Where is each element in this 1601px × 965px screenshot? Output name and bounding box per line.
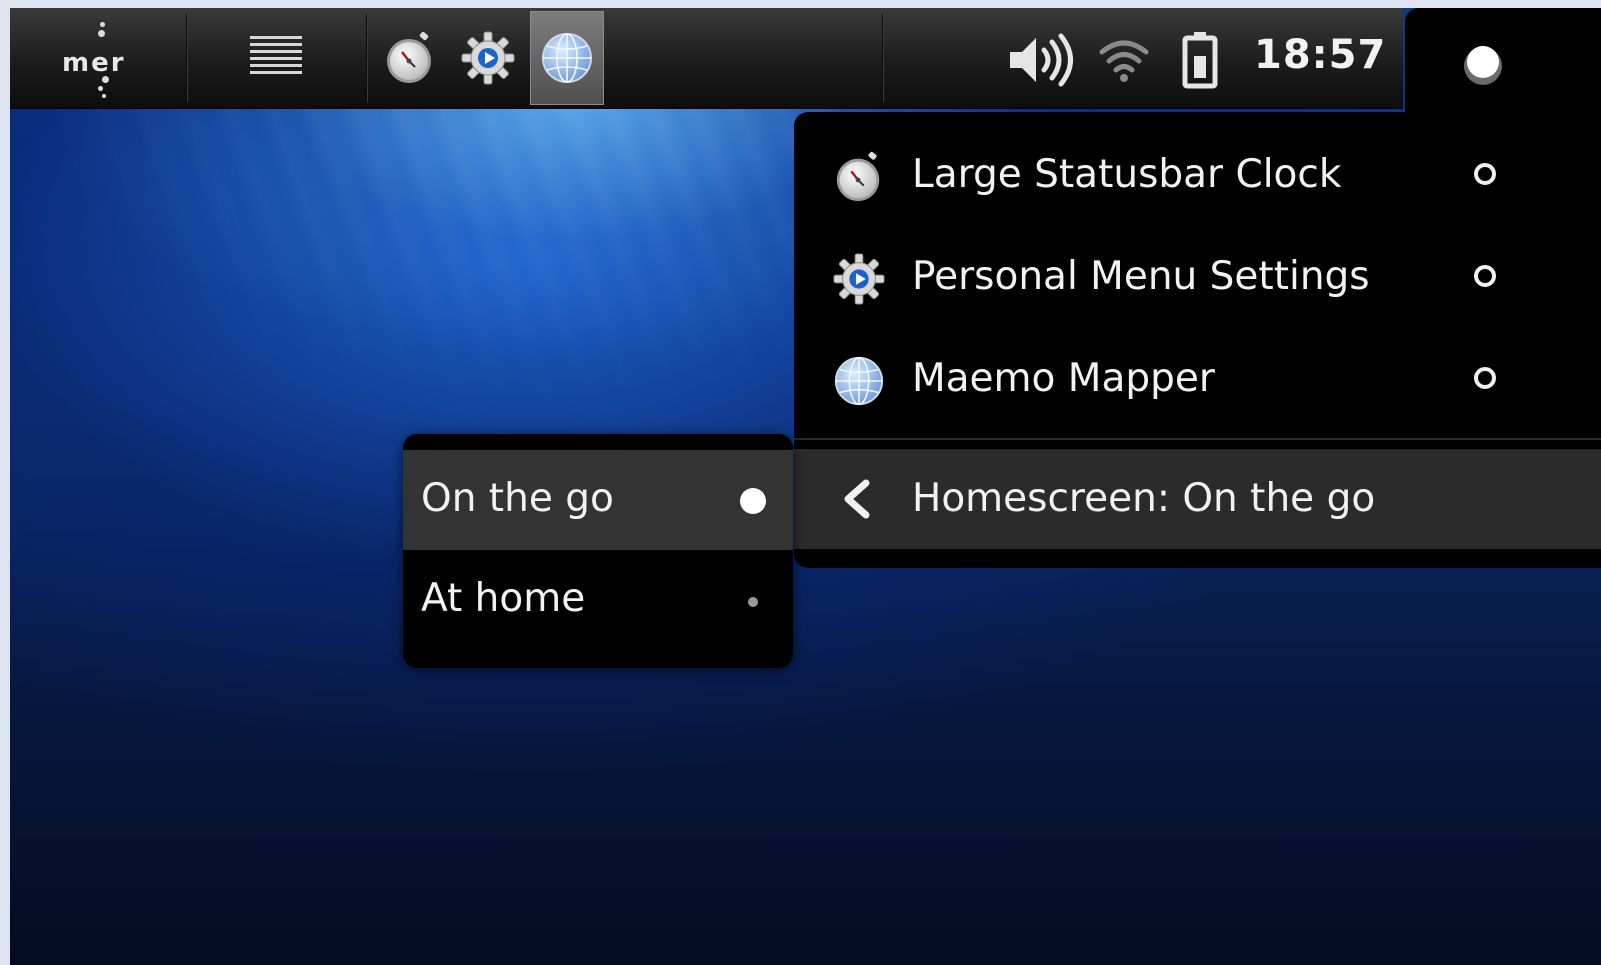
desktop: mer 18:57 Large Statusbar Clock Personal… bbox=[10, 8, 1601, 965]
stopwatch-clock-icon bbox=[836, 151, 880, 202]
gear-settings-icon[interactable] bbox=[460, 30, 516, 86]
battery-icon[interactable] bbox=[1182, 30, 1218, 90]
mer-logo[interactable]: mer bbox=[58, 18, 148, 98]
logo-text: mer bbox=[62, 48, 126, 78]
submenu-item-label: On the go bbox=[421, 476, 614, 521]
menu-item-label: Maemo Mapper bbox=[912, 356, 1215, 401]
menu-item-label: Large Statusbar Clock bbox=[912, 152, 1342, 197]
radio-unselected-icon[interactable] bbox=[1474, 163, 1496, 185]
submenu-item-at-home[interactable]: At home bbox=[403, 550, 793, 650]
record-dot-icon[interactable] bbox=[1461, 42, 1505, 86]
chevron-left-icon bbox=[844, 479, 870, 519]
selected-dot-icon bbox=[740, 488, 766, 514]
globe-icon bbox=[834, 356, 884, 406]
homescreen-label: Homescreen: On the go bbox=[912, 476, 1376, 521]
status-bar: mer 18:57 bbox=[10, 8, 1403, 109]
globe-icon[interactable] bbox=[539, 30, 595, 86]
wifi-icon[interactable] bbox=[1096, 32, 1152, 88]
volume-icon[interactable] bbox=[1006, 32, 1076, 88]
menu-item-maemo-mapper[interactable]: Maemo Mapper bbox=[794, 330, 1601, 430]
submenu-item-label: At home bbox=[421, 576, 586, 621]
menu-item-homescreen[interactable]: Homescreen: On the go bbox=[794, 449, 1601, 549]
unselected-dot-icon bbox=[748, 597, 758, 607]
stopwatch-clock-icon[interactable] bbox=[382, 30, 438, 86]
radio-unselected-icon[interactable] bbox=[1474, 367, 1496, 389]
homescreen-submenu: On the go At home bbox=[403, 434, 793, 668]
list-icon[interactable] bbox=[250, 36, 302, 78]
menu-item-personal-menu-settings[interactable]: Personal Menu Settings bbox=[794, 228, 1601, 328]
radio-unselected-icon[interactable] bbox=[1474, 265, 1496, 287]
menu-item-large-statusbar-clock[interactable]: Large Statusbar Clock bbox=[794, 126, 1601, 226]
gear-settings-icon bbox=[833, 253, 885, 305]
status-clock: 18:57 bbox=[1254, 32, 1387, 78]
menu-divider bbox=[794, 438, 1601, 440]
submenu-item-on-the-go[interactable]: On the go bbox=[403, 450, 793, 550]
menu-item-label: Personal Menu Settings bbox=[912, 254, 1370, 299]
